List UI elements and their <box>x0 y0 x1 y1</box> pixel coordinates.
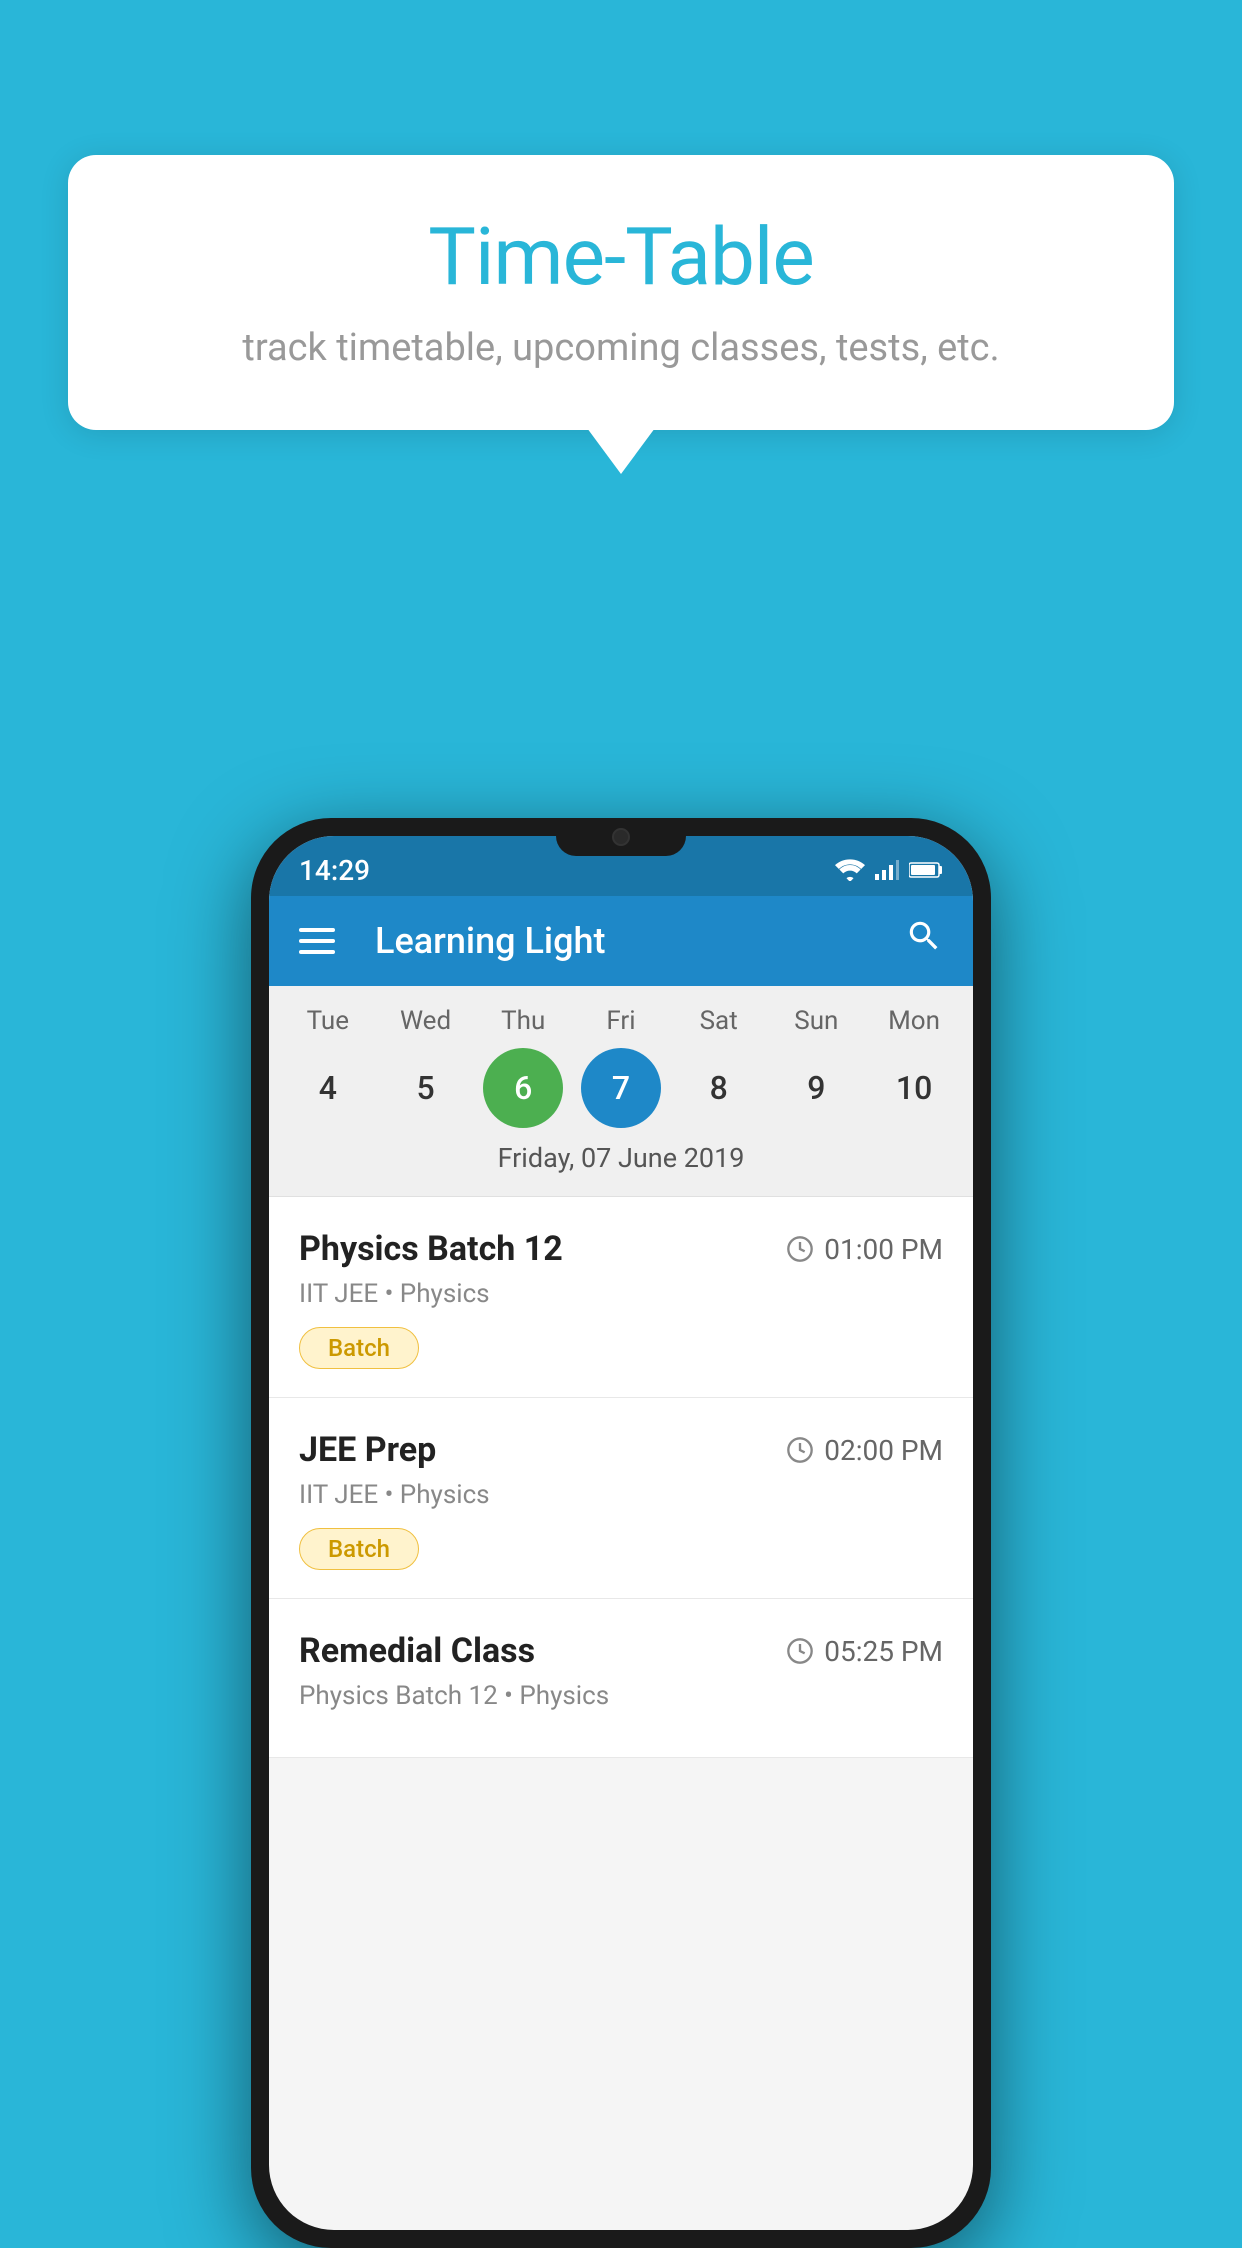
day-10[interactable]: 10 <box>874 1048 954 1128</box>
day-numbers: 4 5 6 7 8 9 10 <box>279 1048 963 1128</box>
day-label-thu: Thu <box>483 1006 563 1036</box>
clock-icon-3 <box>786 1637 814 1665</box>
camera <box>612 828 630 846</box>
class-meta-1: IIT JEE • Physics <box>299 1279 943 1309</box>
class-name-2: JEE Prep <box>299 1430 436 1470</box>
day-label-sun: Sun <box>776 1006 856 1036</box>
hamburger-menu[interactable] <box>299 928 335 954</box>
day-8[interactable]: 8 <box>679 1048 759 1128</box>
classes-list: Physics Batch 12 01:00 PM IIT JEE • Phys… <box>269 1197 973 1758</box>
status-time: 14:29 <box>299 854 370 887</box>
clock-icon-2 <box>786 1436 814 1464</box>
day-label-sat: Sat <box>679 1006 759 1036</box>
clock-icon-1 <box>786 1235 814 1263</box>
tooltip-title: Time-Table <box>128 210 1114 304</box>
batch-badge-1: Batch <box>299 1327 419 1369</box>
phone-outer: 14:29 <box>251 818 991 2248</box>
selected-date-label: Friday, 07 June 2019 <box>279 1128 963 1186</box>
class-meta-3: Physics Batch 12 • Physics <box>299 1681 943 1711</box>
day-labels: Tue Wed Thu Fri Sat Sun Mon <box>279 1006 963 1036</box>
class-header-2: JEE Prep 02:00 PM <box>299 1430 943 1470</box>
phone-screen: 14:29 <box>269 836 973 2230</box>
app-bar: Learning Light <box>269 896 973 986</box>
class-header-3: Remedial Class 05:25 PM <box>299 1631 943 1671</box>
day-label-wed: Wed <box>386 1006 466 1036</box>
class-name-1: Physics Batch 12 <box>299 1229 563 1269</box>
phone-mockup: 14:29 <box>251 818 991 2248</box>
class-item-3[interactable]: Remedial Class 05:25 PM Physics Batch 12… <box>269 1599 973 1758</box>
day-label-tue: Tue <box>288 1006 368 1036</box>
class-item-1[interactable]: Physics Batch 12 01:00 PM IIT JEE • Phys… <box>269 1197 973 1398</box>
day-6-today[interactable]: 6 <box>483 1048 563 1128</box>
class-item-2[interactable]: JEE Prep 02:00 PM IIT JEE • Physics Batc… <box>269 1398 973 1599</box>
batch-badge-2: Batch <box>299 1528 419 1570</box>
class-name-3: Remedial Class <box>299 1631 535 1671</box>
calendar-strip: Tue Wed Thu Fri Sat Sun Mon 4 5 6 7 8 9 … <box>269 986 973 1196</box>
class-header-1: Physics Batch 12 01:00 PM <box>299 1229 943 1269</box>
day-label-fri: Fri <box>581 1006 661 1036</box>
day-7-selected[interactable]: 7 <box>581 1048 661 1128</box>
day-label-mon: Mon <box>874 1006 954 1036</box>
class-time-2: 02:00 PM <box>786 1434 943 1467</box>
class-time-1: 01:00 PM <box>786 1233 943 1266</box>
phone-notch <box>556 818 686 856</box>
app-title: Learning Light <box>375 920 875 962</box>
search-button[interactable] <box>905 917 943 965</box>
tooltip-subtitle: track timetable, upcoming classes, tests… <box>128 326 1114 370</box>
status-icons <box>835 859 943 881</box>
tooltip-card: Time-Table track timetable, upcoming cla… <box>68 155 1174 430</box>
battery-icon <box>909 861 943 879</box>
signal-icon <box>875 859 899 881</box>
day-9[interactable]: 9 <box>776 1048 856 1128</box>
wifi-icon <box>835 859 865 881</box>
class-meta-2: IIT JEE • Physics <box>299 1480 943 1510</box>
day-5[interactable]: 5 <box>386 1048 466 1128</box>
class-time-3: 05:25 PM <box>786 1635 943 1668</box>
day-4[interactable]: 4 <box>288 1048 368 1128</box>
